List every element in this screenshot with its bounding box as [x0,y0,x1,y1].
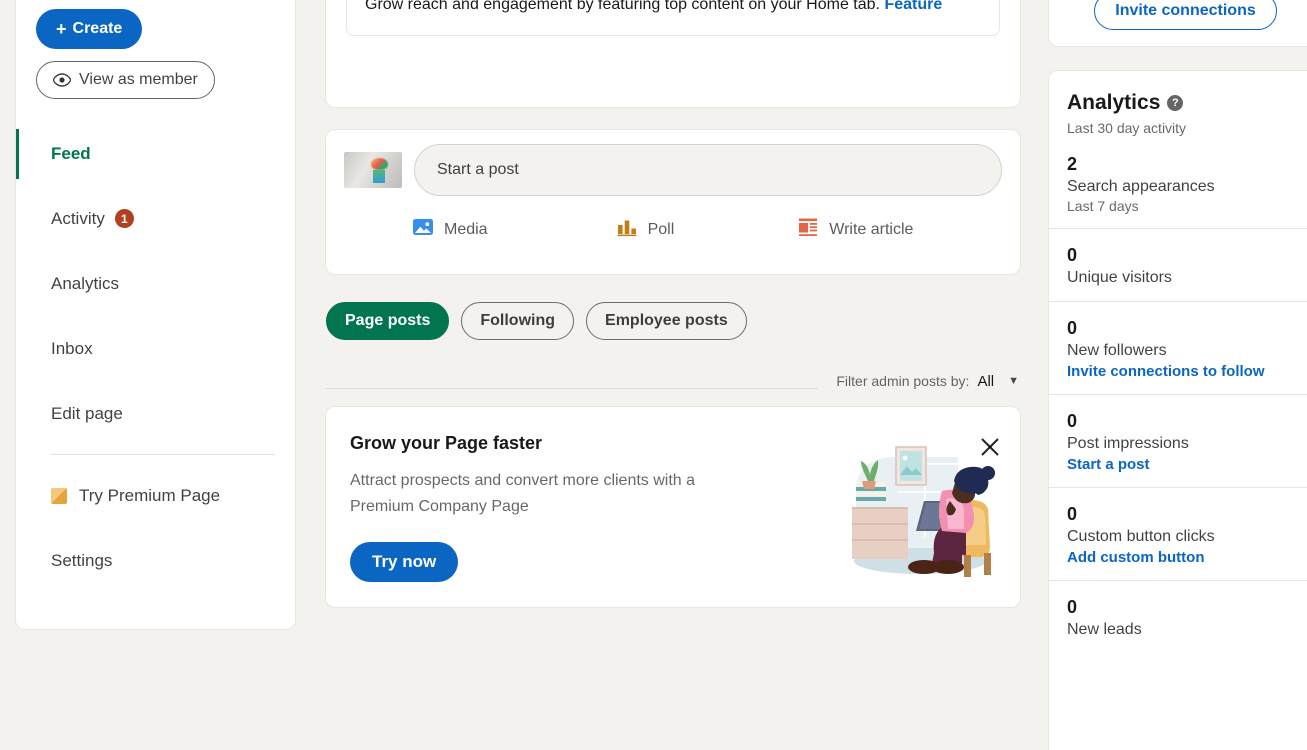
analytics-metric: 0 New leads [1049,580,1307,653]
metric-label: Custom button clicks [1067,528,1215,545]
analytics-card: Analytics ? Last 30 day activity 2 Search… [1048,70,1307,750]
sidebar-item-label: Feed [51,143,91,163]
create-button[interactable]: + Create [36,9,143,49]
post-composer-card: Start a post Media Poll Write article [325,129,1021,275]
sidebar-divider [51,454,275,455]
invite-connections-button[interactable]: Invite connections [1094,0,1277,30]
promo-subtitle: Attract prospects and convert more clien… [350,472,696,515]
sidebar-item-try-premium-page[interactable]: Try Premium Page [16,463,295,528]
analytics-metric: 0 New followers Invite connections to foll… [1049,301,1307,394]
divider-line [325,387,819,389]
bar-chart-icon [616,216,638,243]
write-article-button[interactable]: Write article [797,216,913,243]
metric-note: Last 7 days [1067,198,1139,214]
metric-value: 2 [1067,154,1078,174]
feature-description-text: Grow reach and engagement by featuring t… [365,0,880,13]
sidebar-item-label: Activity [51,208,105,228]
sidebar-item-edit-page[interactable]: Edit page [16,381,295,446]
sidebar-item-feed[interactable]: Feed [16,121,295,186]
help-icon[interactable]: ? [1167,95,1184,111]
metric-label: Post impressions [1067,435,1189,452]
metric-label: New leads [1067,621,1142,638]
try-now-button[interactable]: Try now [350,542,459,582]
analytics-metric: 0 Post impressions Start a post [1049,394,1307,487]
image-icon [412,216,434,243]
sidebar-item-label: Try Premium Page [79,485,221,505]
metric-link[interactable]: Add custom button [1067,549,1304,566]
tab-employee-posts[interactable]: Employee posts [586,302,747,340]
create-button-label: Create [72,20,123,37]
left-sidebar: + Create View as member Feed Activity 1 Ana… [15,0,296,630]
feature-content-card: Grow reach and engagement by featuring t… [325,0,1021,108]
feature-inner-box: Grow reach and engagement by featuring t… [346,0,1000,36]
analytics-metric: 0 Custom button clicks Add custom button [1049,487,1307,580]
view-as-member-button[interactable]: View as member [36,61,215,99]
sidebar-item-label: Inbox [51,338,93,358]
page-avatar [344,152,402,188]
start-a-post-input[interactable]: Start a post [414,144,1002,196]
media-button[interactable]: Media [412,216,488,243]
analytics-title-row: Analytics ? [1067,91,1304,115]
feature-link[interactable]: Feature [884,0,942,13]
sidebar-actions: + Create View as member [16,0,295,99]
analytics-subtitle: Last 30 day activity [1067,120,1187,136]
chevron-down-icon[interactable]: ▼ [1008,375,1019,387]
view-as-member-label: View as member [79,71,198,88]
filter-value[interactable]: All [977,373,994,390]
analytics-header: Analytics ? Last 30 day activity [1049,91,1307,136]
metric-label: Unique visitors [1067,269,1172,286]
metric-value: 0 [1067,318,1078,338]
metric-value: 0 [1067,411,1078,431]
metric-label: New followers [1067,342,1167,359]
analytics-metrics-list: 2 Search appearances Last 7 days 0 Unique vi… [1049,136,1307,653]
filter-label: Filter admin posts by: [836,373,970,389]
metric-label: Search appearances [1067,178,1215,195]
post-filter-tabs: Page posts Following Employee posts [326,302,747,340]
tab-following[interactable]: Following [461,302,575,340]
media-label: Media [444,220,488,238]
analytics-title: Analytics [1067,91,1161,114]
composer-row: Start a post [344,144,1002,196]
analytics-metric: 2 Search appearances Last 7 days [1049,136,1307,228]
sidebar-item-analytics[interactable]: Analytics [16,251,295,316]
metric-value: 0 [1067,597,1078,617]
invite-connections-card: Invite connections [1048,0,1307,47]
sidebar-item-settings[interactable]: Settings [16,528,295,593]
metric-value: 0 [1067,245,1078,265]
sidebar-item-label: Edit page [51,403,123,423]
premium-badge-icon [51,487,67,504]
poll-label: Poll [647,220,675,238]
tab-page-posts[interactable]: Page posts [326,302,450,340]
plus-icon: + [56,19,67,39]
poll-button[interactable]: Poll [616,216,675,243]
sidebar-nav: Feed Activity 1 Analytics Inbox Edit page Try … [16,121,295,593]
eye-icon [52,73,72,87]
article-icon [797,216,819,243]
write-article-label: Write article [829,220,914,238]
premium-promo-card: Grow your Page faster Attract prospects … [325,406,1021,608]
woman-at-laptop-illustration [838,435,998,585]
composer-actions: Media Poll Write article [344,216,1002,243]
sidebar-item-label: Analytics [51,273,120,293]
metric-link[interactable]: Start a post [1067,456,1304,473]
filter-admin-posts-row: Filter admin posts by: All ▼ [325,362,1021,400]
metric-value: 0 [1067,504,1078,524]
feature-description: Grow reach and engagement by featuring t… [365,0,981,17]
sidebar-item-activity[interactable]: Activity 1 [16,186,295,251]
linkedin-page-admin-view: + Create View as member Feed Activity 1 Ana… [0,0,1307,750]
analytics-metric: 0 Unique visitors [1049,228,1307,301]
notification-badge: 1 [114,209,134,228]
sidebar-item-inbox[interactable]: Inbox [16,316,295,381]
sidebar-item-label: Settings [51,550,113,570]
metric-link[interactable]: Invite connections to follow [1067,363,1304,380]
